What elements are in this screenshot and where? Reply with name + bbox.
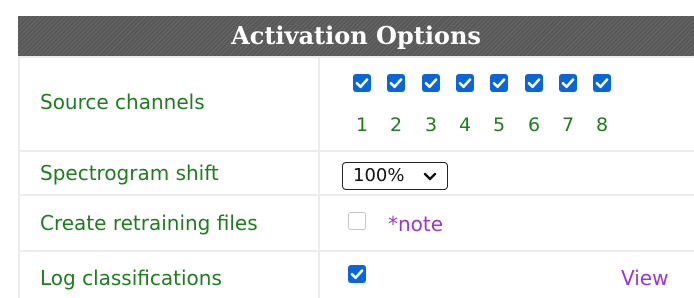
channel-checkbox-6[interactable] bbox=[525, 74, 543, 92]
channel-checkbox-1[interactable] bbox=[353, 74, 371, 92]
checkmark-icon bbox=[424, 78, 438, 89]
channel-number-label: 5 bbox=[492, 114, 506, 136]
channel-number-label: 4 bbox=[458, 114, 472, 136]
chevron-down-icon bbox=[423, 172, 437, 181]
checkmark-icon bbox=[458, 78, 472, 89]
checkmark-icon bbox=[527, 78, 541, 89]
spectrogram-shift-label: Spectrogram shift bbox=[40, 161, 219, 185]
source-channels-label: Source channels bbox=[40, 90, 205, 114]
channel-checkbox-2[interactable] bbox=[387, 74, 405, 92]
retraining-label-cell: Create retraining files bbox=[20, 196, 318, 250]
channel-number-label: 2 bbox=[389, 114, 403, 136]
activation-options-panel: Activation Options Source channels 12345… bbox=[18, 16, 694, 298]
checkmark-icon bbox=[595, 78, 609, 89]
source-channels-cell: 12345678 bbox=[320, 58, 694, 150]
channel-number-label: 1 bbox=[355, 114, 369, 136]
checkmark-icon bbox=[389, 78, 403, 89]
spectrogram-shift-label-cell: Spectrogram shift bbox=[20, 152, 318, 194]
spectrogram-shift-value: 100% bbox=[353, 165, 405, 186]
channel-number-label: 6 bbox=[527, 114, 541, 136]
channel-number-label: 8 bbox=[595, 114, 609, 136]
retraining-cell: *note bbox=[320, 196, 694, 250]
panel-title: Activation Options bbox=[18, 16, 694, 56]
channel-number-label: 7 bbox=[561, 114, 575, 136]
spectrogram-shift-select[interactable]: 100% bbox=[342, 162, 448, 190]
checkmark-icon bbox=[492, 78, 506, 89]
channel-checkbox-8[interactable] bbox=[593, 74, 611, 92]
checkmark-icon bbox=[350, 269, 364, 280]
view-log-link[interactable]: View bbox=[621, 266, 668, 290]
log-classifications-label: Log classifications bbox=[40, 266, 222, 290]
log-cell: View bbox=[320, 252, 694, 298]
channel-number-label: 3 bbox=[424, 114, 438, 136]
channel-checkbox-5[interactable] bbox=[490, 74, 508, 92]
source-channels-label-cell: Source channels bbox=[20, 58, 318, 150]
log-classifications-checkbox[interactable] bbox=[348, 265, 366, 283]
log-label-cell: Log classifications bbox=[20, 252, 318, 298]
channel-checkbox-4[interactable] bbox=[456, 74, 474, 92]
retraining-checkbox[interactable] bbox=[348, 212, 366, 230]
channel-checkbox-7[interactable] bbox=[559, 74, 577, 92]
checkmark-icon bbox=[355, 78, 369, 89]
retraining-note-link[interactable]: *note bbox=[388, 212, 443, 236]
spectrogram-shift-cell: 100% bbox=[320, 152, 694, 194]
retraining-label: Create retraining files bbox=[40, 211, 258, 235]
channel-checkbox-3[interactable] bbox=[422, 74, 440, 92]
checkmark-icon bbox=[561, 78, 575, 89]
